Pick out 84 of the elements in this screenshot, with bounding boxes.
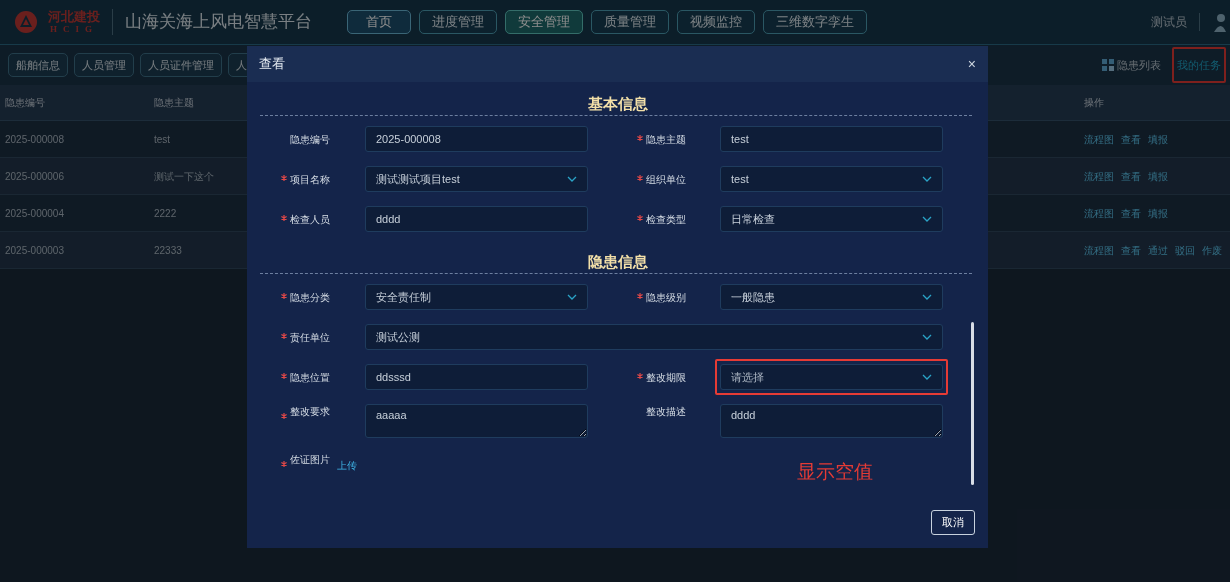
chevron-down-icon (922, 334, 932, 340)
field-label: 整改要求 (290, 405, 330, 419)
nav-tab[interactable]: 安全管理 (505, 10, 583, 34)
select-field[interactable]: 日常检查 (720, 206, 943, 232)
text-area[interactable]: dddd (720, 404, 943, 438)
nav-tab[interactable]: 视频监控 (677, 10, 755, 34)
logo-icon (14, 10, 38, 34)
logo-subtext: HCIG (50, 25, 98, 34)
input-field[interactable]: dddd (365, 206, 588, 232)
action-link[interactable]: 查看 (1121, 205, 1141, 221)
field-label: 检查人员 (290, 212, 330, 227)
select-field[interactable]: 一般隐患 (720, 284, 943, 310)
input-field[interactable]: test (720, 126, 943, 152)
table-cell: 2025-000008 (5, 133, 64, 145)
dialog-title: 查看 (259, 55, 285, 74)
field-label: 隐患编号 (290, 132, 330, 147)
task-link[interactable]: 我的任务 (1172, 46, 1226, 84)
action-link[interactable]: 作废 (1202, 242, 1222, 258)
platform-title: 山海关海上风电智慧平台 (125, 11, 313, 34)
select-field[interactable]: 测试测试项目test (365, 166, 588, 192)
chevron-down-icon (922, 216, 932, 222)
field-label: 整改期限 (646, 370, 686, 385)
task-link[interactable]: 隐患列表 (1097, 46, 1166, 84)
action-link[interactable]: 查看 (1121, 242, 1141, 258)
select-field[interactable]: test (720, 166, 943, 192)
field-label: 隐患级别 (646, 290, 686, 305)
module-tab[interactable]: 人员证件管理 (140, 53, 222, 77)
table-cell: 2025-000004 (5, 207, 64, 219)
column-header: 隐患主题 (154, 96, 195, 110)
field-label: 项目名称 (290, 172, 330, 187)
action-link[interactable]: 流程图 (1084, 242, 1114, 258)
column-header: 操作 (1084, 96, 1104, 110)
chevron-down-icon (567, 176, 577, 182)
field-label: 隐患分类 (290, 290, 330, 305)
field-label: 隐患主题 (646, 132, 686, 147)
user-name: 测试员 (1151, 14, 1187, 31)
action-link[interactable]: 查看 (1121, 168, 1141, 184)
action-link[interactable]: 填报 (1148, 131, 1168, 147)
nav-tab[interactable]: 三维数字孪生 (763, 10, 867, 34)
action-link[interactable]: 驳回 (1175, 242, 1195, 258)
input-field[interactable]: ddsssd (365, 364, 588, 390)
field-label: 佐证图片 (290, 453, 330, 467)
section-title: 基本信息 (587, 94, 648, 114)
nav-tab[interactable]: 首页 (347, 10, 411, 34)
field-label: 整改描述 (646, 405, 686, 419)
text-area[interactable]: aaaaa (365, 404, 588, 438)
action-link[interactable]: 填报 (1148, 168, 1168, 184)
field-label: 组织单位 (646, 172, 686, 187)
chevron-down-icon (922, 176, 932, 182)
table-cell: 22333 (154, 244, 182, 256)
action-link[interactable]: 查看 (1121, 131, 1141, 147)
logo-text: 河北建投 (48, 10, 100, 23)
nav-tab[interactable]: 质量管理 (591, 10, 669, 34)
action-link[interactable]: 填报 (1148, 205, 1168, 221)
section-title: 隐患信息 (587, 252, 648, 272)
table-cell: 2025-000006 (5, 170, 64, 182)
module-tab[interactable]: 船舶信息 (8, 53, 68, 77)
chevron-down-icon (922, 374, 932, 380)
input-field[interactable]: 2025-000008 (365, 126, 588, 152)
field-label: 隐患位置 (290, 370, 330, 385)
action-link[interactable]: 流程图 (1084, 168, 1114, 184)
field-label: 责任单位 (290, 330, 330, 345)
upload-link[interactable]: 上传 (337, 457, 357, 473)
table-cell: 2222 (154, 207, 177, 219)
table-cell: test (154, 133, 171, 145)
annotation-text: 显示空值 (797, 460, 873, 484)
action-link[interactable]: 流程图 (1084, 131, 1114, 147)
chevron-down-icon (567, 294, 577, 300)
module-tab[interactable]: 人员管理 (74, 53, 134, 77)
grid-icon (1102, 59, 1114, 71)
select-field[interactable]: 请选择 (720, 364, 943, 390)
select-field[interactable]: 测试公测 (365, 324, 943, 350)
column-header: 隐患编号 (4, 96, 46, 110)
field-label: 检查类型 (646, 212, 686, 227)
avatar-icon (1212, 12, 1226, 32)
action-link[interactable]: 流程图 (1084, 205, 1114, 221)
scrollbar[interactable] (971, 322, 974, 485)
chevron-down-icon (922, 294, 932, 300)
close-button[interactable]: × (967, 57, 976, 71)
select-field[interactable]: 安全责任制 (365, 284, 588, 310)
cancel-button[interactable]: 取消 (931, 510, 975, 535)
nav-tab[interactable]: 进度管理 (419, 10, 497, 34)
table-cell: 2025-000003 (5, 244, 64, 256)
action-link[interactable]: 通过 (1148, 242, 1168, 258)
